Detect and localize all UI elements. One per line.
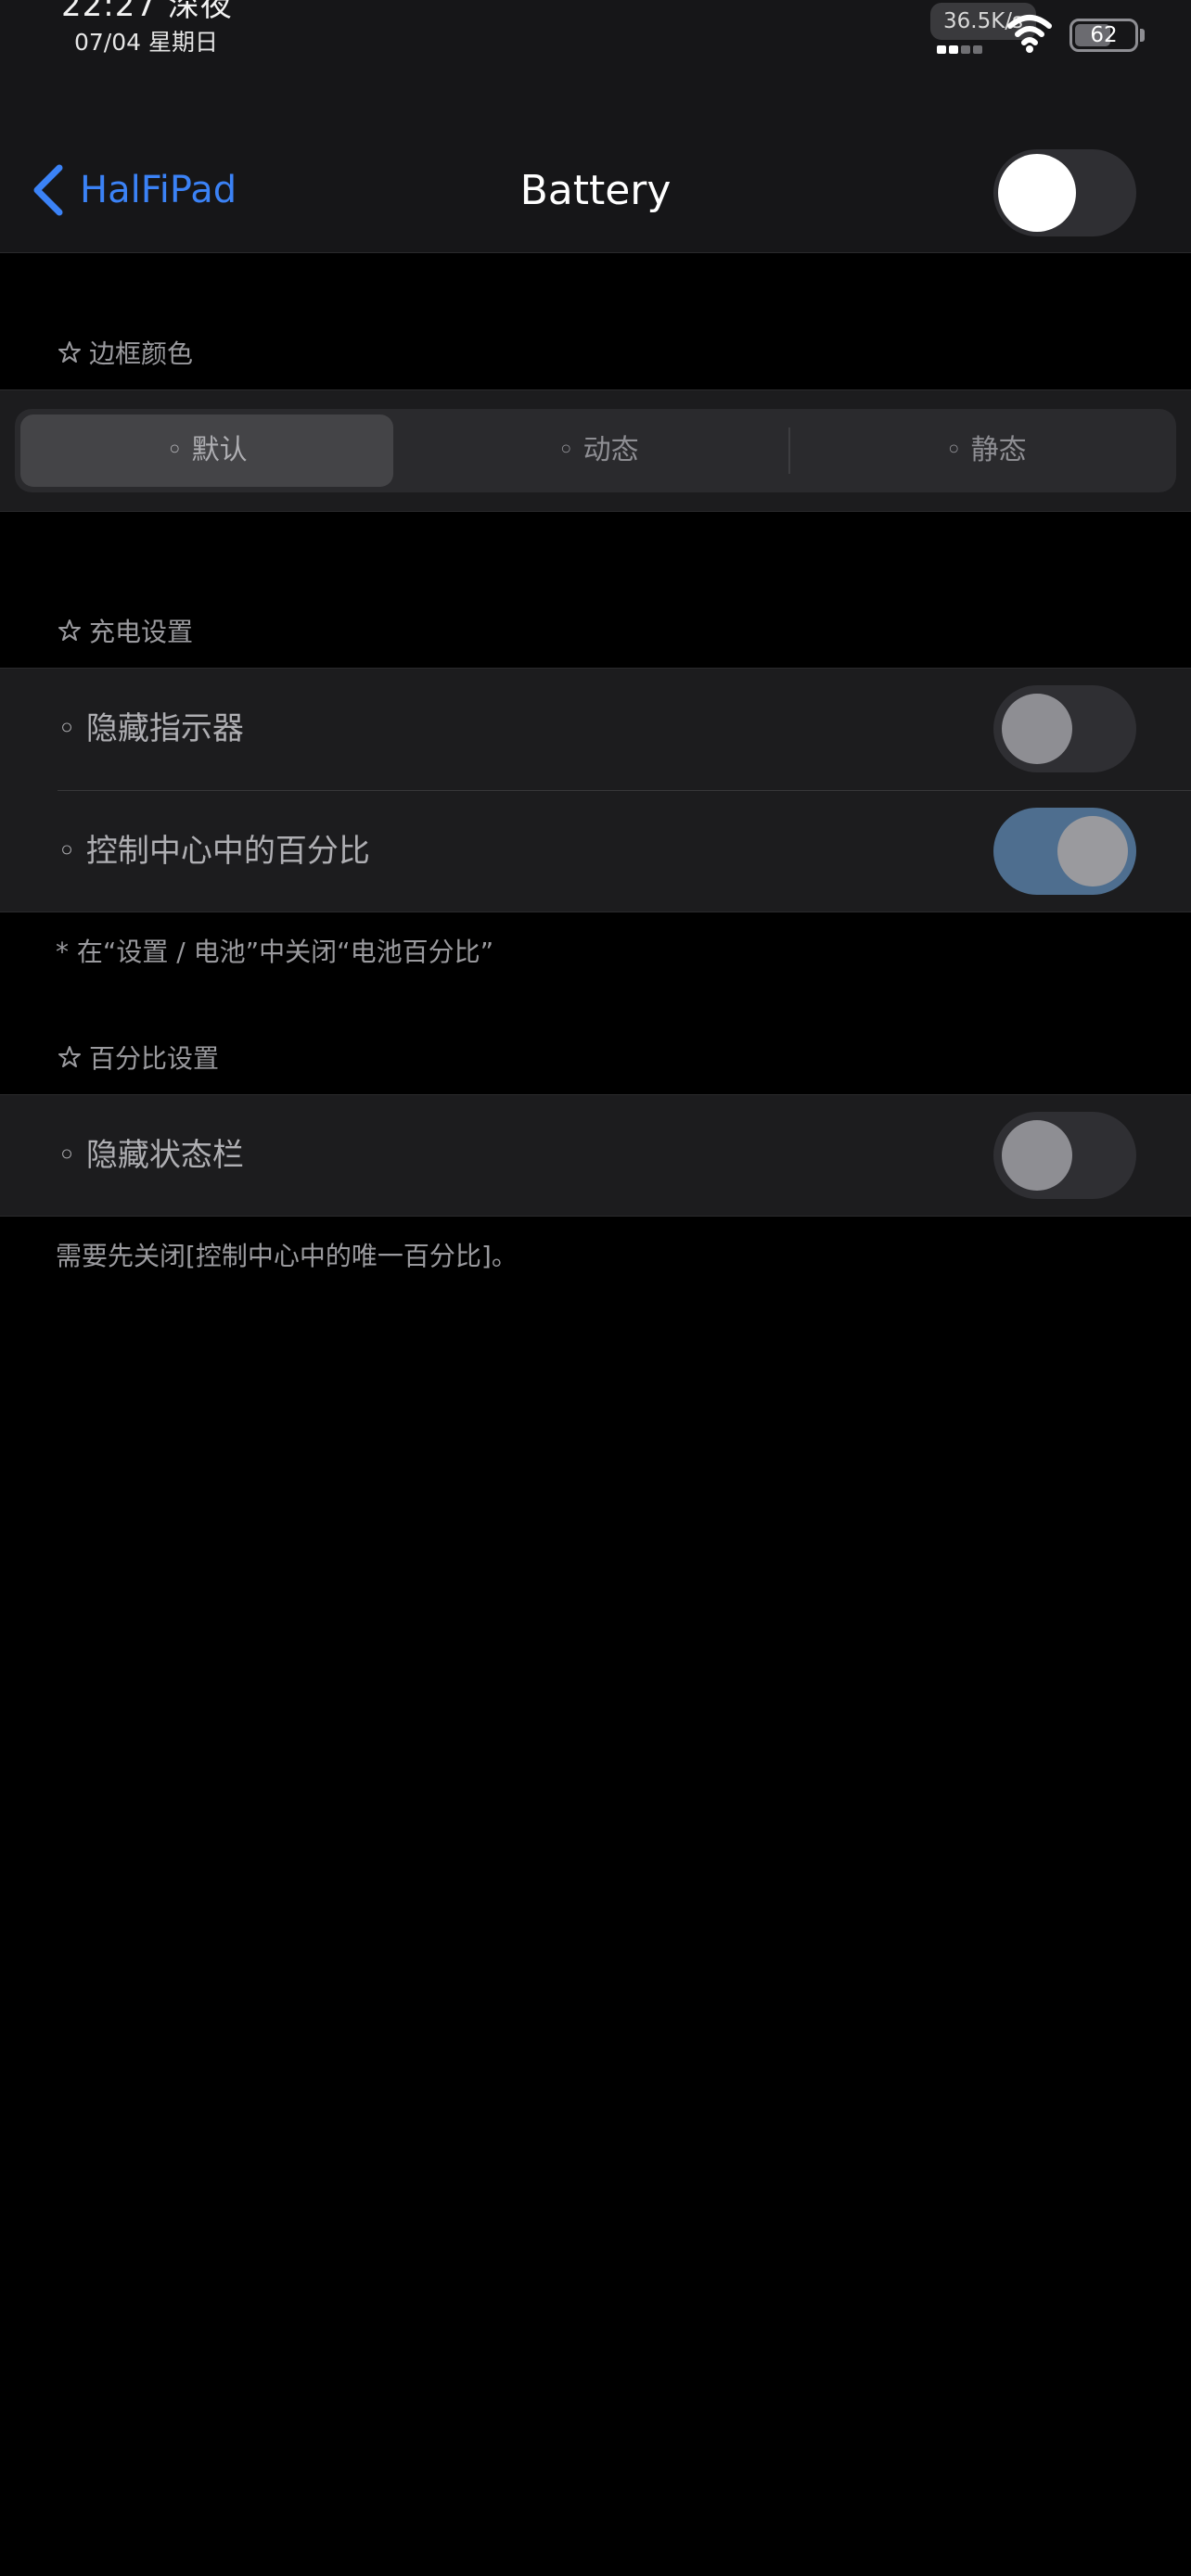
- row-label-control-center-percentage: ◦ 控制中心中的百分比: [58, 833, 370, 870]
- switch-knob: [998, 154, 1076, 232]
- section-header-label: 百分比设置: [89, 1043, 220, 1074]
- section-header-label: 充电设置: [89, 617, 194, 647]
- star-icon: [58, 341, 81, 363]
- switch-knob: [1002, 694, 1072, 764]
- charging-footnote: * 在“设置 / 电池”中关闭“电池百分比”: [56, 937, 494, 967]
- section-header-percentage: 百分比设置: [58, 1039, 219, 1076]
- list-item: ◦ 隐藏指示器: [0, 669, 1191, 789]
- row-label-hide-status-bar: ◦ 隐藏状态栏: [58, 1137, 244, 1174]
- hide-indicator-switch[interactable]: [993, 685, 1136, 772]
- border-color-group: ◦ 默认 ◦ 动态 ◦ 静态: [0, 389, 1191, 512]
- section-header-charging: 充电设置: [58, 612, 193, 649]
- segment-static[interactable]: ◦ 静态: [800, 414, 1172, 487]
- battery-icon: 62: [1069, 19, 1138, 52]
- segment-dynamic[interactable]: ◦ 动态: [412, 414, 785, 487]
- battery-level: 62: [1090, 23, 1118, 47]
- segment-default[interactable]: ◦ 默认: [20, 414, 393, 487]
- star-icon: [58, 619, 81, 641]
- segment-divider: [788, 427, 790, 474]
- charging-group: ◦ 隐藏指示器 ◦ 控制中心中的百分比: [0, 668, 1191, 912]
- control-center-percentage-switch[interactable]: [993, 808, 1136, 895]
- switch-knob: [1057, 816, 1128, 886]
- master-enable-switch[interactable]: [993, 149, 1136, 236]
- percentage-footnote: 需要先关闭[控制中心中的唯一百分比]。: [56, 1241, 518, 1271]
- navigation-bar: HalFiPad Battery: [0, 139, 1191, 253]
- section-header-border-color: 边框颜色: [58, 334, 193, 371]
- border-color-segmented-control: ◦ 默认 ◦ 动态 ◦ 静态: [15, 409, 1176, 492]
- star-icon: [58, 1046, 81, 1067]
- percentage-group: ◦ 隐藏状态栏: [0, 1094, 1191, 1217]
- switch-knob: [1002, 1120, 1072, 1191]
- wifi-icon: [1007, 15, 1052, 53]
- list-item: ◦ 控制中心中的百分比: [0, 791, 1191, 912]
- status-date: 07/04 星期日: [74, 29, 218, 56]
- status-time: 22:27 深夜: [61, 0, 233, 24]
- section-header-label: 边框颜色: [89, 338, 194, 369]
- battery-tip: [1140, 29, 1145, 42]
- status-bar: 22:27 深夜 07/04 星期日 36.5K/s 62: [0, 0, 1191, 139]
- row-label-hide-indicator: ◦ 隐藏指示器: [58, 710, 244, 747]
- hide-status-bar-switch[interactable]: [993, 1112, 1136, 1199]
- list-item: ◦ 隐藏状态栏: [0, 1095, 1191, 1216]
